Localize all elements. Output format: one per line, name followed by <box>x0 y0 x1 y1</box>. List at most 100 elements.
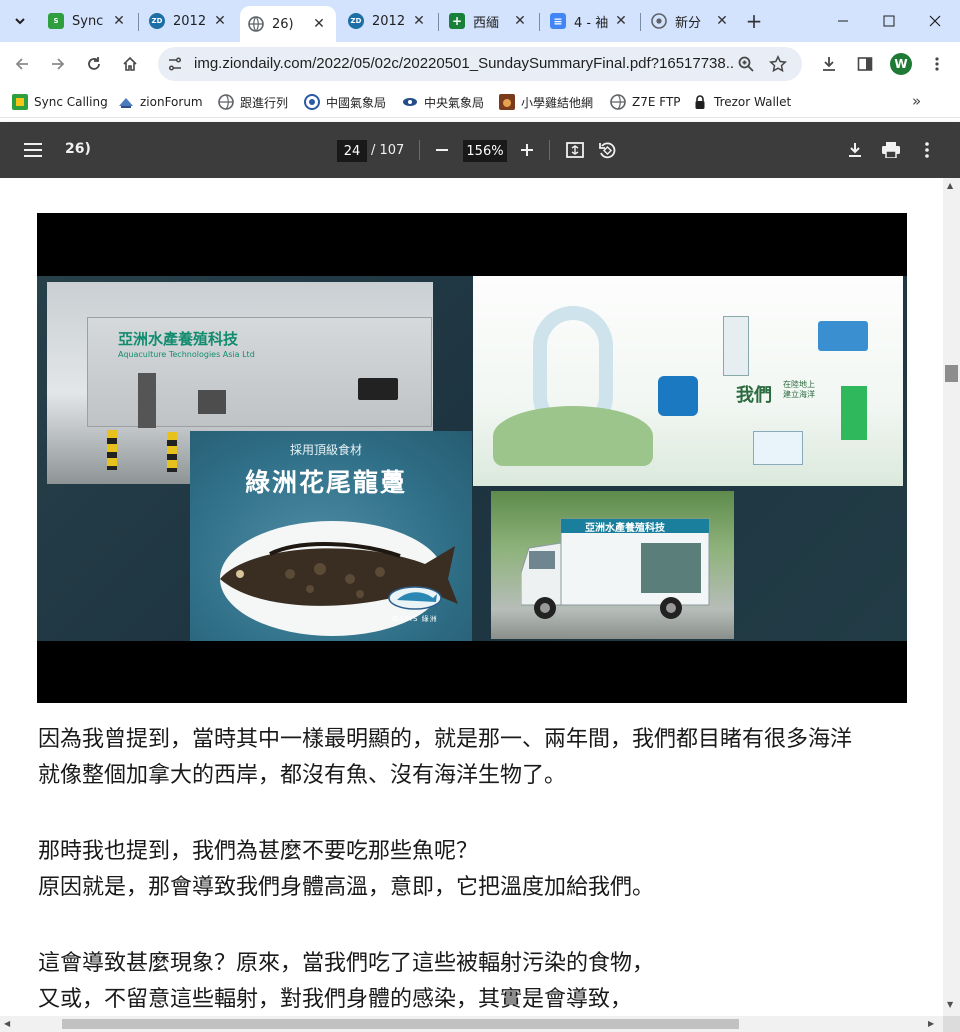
pdf-download-button[interactable] <box>843 138 867 162</box>
pdf-text-line: 那時我也提到，我們為甚麼不要吃那些魚呢？ <box>38 839 479 864</box>
pdf-menu-button[interactable] <box>21 138 45 162</box>
profile-avatar[interactable]: W <box>890 53 912 75</box>
bookmark-follow-up[interactable]: 跟進行列 <box>218 93 288 111</box>
close-tab-icon[interactable]: ✕ <box>511 12 529 30</box>
cma-icon <box>304 94 320 110</box>
horizontal-scroll-thumb[interactable] <box>62 1019 739 1029</box>
bookmark-cwb[interactable]: 中央氣象局 <box>402 93 484 111</box>
lock-icon <box>692 94 708 110</box>
print-button[interactable] <box>879 138 903 162</box>
tab-active-pdf[interactable]: 26) ✕ <box>240 6 336 42</box>
page-image: 亞洲水產養殖科技 Aquaculture Technologies Asia L… <box>37 213 907 703</box>
kebab-menu-icon <box>925 142 929 158</box>
zionforum-icon <box>118 94 134 110</box>
globe-icon <box>218 94 234 110</box>
globe-favicon <box>248 16 264 32</box>
zoom-icon[interactable] <box>736 54 756 74</box>
bookmark-cma[interactable]: 中國氣象局 <box>304 93 386 111</box>
zoom-in-button[interactable] <box>515 138 539 162</box>
vertical-scrollbar[interactable]: ▲ ▼ <box>943 178 960 1016</box>
close-tab-icon[interactable]: ✕ <box>410 12 428 30</box>
scroll-up-arrow-icon[interactable]: ▲ <box>947 181 953 190</box>
infographic-subheading: 在陸地上 建立海洋 <box>783 380 815 399</box>
tab-docs[interactable]: ≡ 4 - 袖 ✕ <box>542 6 638 36</box>
tab-strip: S Sync ✕ ZD 2012 ✕ 26) ✕ ZD 2012 ✕ + 西緬 … <box>0 0 960 42</box>
bookmarks-overflow-icon[interactable]: » <box>912 92 921 110</box>
scroll-down-arrow-icon[interactable]: ▼ <box>947 1000 953 1009</box>
tab-sheets[interactable]: + 西緬 ✕ <box>441 6 537 36</box>
address-bar[interactable]: img.ziondaily.com/2022/05/02c/20220501_S… <box>158 47 802 81</box>
horizontal-scrollbar[interactable]: ◀ ▶ <box>0 1016 943 1032</box>
bookmark-zionforum[interactable]: zionForum <box>118 93 203 111</box>
tab-new[interactable]: 新分 ✕ <box>643 6 739 36</box>
pdf-viewer[interactable]: 亞洲水產養殖科技 Aquaculture Technologies Asia L… <box>0 178 943 1016</box>
maximize-button[interactable] <box>866 0 912 42</box>
downloads-button[interactable] <box>815 50 843 78</box>
pdf-document-title: 26) <box>65 141 91 157</box>
infographic-tank <box>658 376 698 416</box>
bookmark-trezor[interactable]: Trezor Wallet <box>692 93 791 111</box>
tab-2012-a[interactable]: ZD 2012 ✕ <box>141 6 237 36</box>
pdf-text-line: 這會導致甚麼現象？原來，當我們吃了這些被輻射污染的食物， <box>38 951 655 976</box>
page-total: / 107 <box>371 143 405 158</box>
rotate-icon <box>599 142 616 159</box>
close-tab-icon[interactable]: ✕ <box>612 12 630 30</box>
scroll-right-arrow-icon[interactable]: ▶ <box>928 1019 934 1028</box>
bookmark-z7e-ftp[interactable]: Z7E FTP <box>610 93 681 111</box>
facility-building: 亞洲水產養殖科技 Aquaculture Technologies Asia L… <box>87 317 432 428</box>
close-tab-icon[interactable]: ✕ <box>310 15 328 33</box>
fish-dish-photo: 採用頂級食材 綠洲花尾龍躉 OASIS 綠洲 <box>190 431 472 641</box>
scroll-left-arrow-icon[interactable]: ◀ <box>4 1019 10 1028</box>
kebab-menu-icon <box>935 57 939 71</box>
pdf-more-actions-button[interactable] <box>915 138 939 162</box>
plus-icon <box>521 144 533 156</box>
bookmark-guitar[interactable]: 小學雞結他網 <box>499 93 593 111</box>
url-text[interactable]: img.ziondaily.com/2022/05/02c/20220501_S… <box>194 55 734 72</box>
dish-name: 綠洲花尾龍躉 <box>245 468 408 497</box>
sync-calling-favicon: S <box>48 13 64 29</box>
home-button[interactable] <box>116 50 144 78</box>
tab-search-button[interactable] <box>6 7 34 35</box>
toolbar-divider <box>549 140 550 160</box>
close-tab-icon[interactable]: ✕ <box>110 12 128 30</box>
download-icon <box>849 143 861 157</box>
bookmark-sync-calling[interactable]: Sync Calling <box>12 93 108 111</box>
side-panel-button[interactable] <box>851 50 879 78</box>
close-window-button[interactable] <box>912 0 958 42</box>
pdf-text-line: 原因就是，那會導致我們身體高溫，意即，它把溫度加給我們。 <box>38 875 655 900</box>
tab-2012-b[interactable]: ZD 2012 ✕ <box>340 6 436 36</box>
zoom-out-button[interactable] <box>430 138 454 162</box>
site-info-icon[interactable] <box>166 55 184 73</box>
minimize-button[interactable] <box>820 0 866 42</box>
facility-door <box>138 373 156 428</box>
reload-button[interactable] <box>80 50 108 78</box>
tab-separator <box>539 13 540 31</box>
tab-separator <box>138 13 139 31</box>
globe-icon <box>610 94 626 110</box>
chevron-down-icon <box>15 18 25 25</box>
forward-button[interactable] <box>44 50 72 78</box>
vertical-scroll-thumb[interactable] <box>945 365 958 382</box>
cwb-icon <box>402 94 418 110</box>
new-tab-button[interactable]: + <box>742 9 766 33</box>
safety-bollard <box>107 430 117 470</box>
rotate-button[interactable] <box>595 138 619 162</box>
tab-separator <box>640 13 641 31</box>
bookmark-star-icon[interactable] <box>768 54 788 74</box>
chrome-menu-button[interactable] <box>923 50 951 78</box>
minus-icon <box>436 149 448 151</box>
fit-to-page-button[interactable] <box>563 138 587 162</box>
close-tab-icon[interactable]: ✕ <box>713 12 731 30</box>
home-icon <box>123 56 137 71</box>
back-button[interactable] <box>8 50 36 78</box>
toolbar-divider <box>419 140 420 160</box>
zoom-level-input[interactable]: 156% <box>463 140 507 162</box>
print-icon <box>882 142 900 158</box>
page-number-input[interactable]: 24 <box>337 140 367 162</box>
delivery-truck-photo: 亞洲水產養殖科技 <box>491 491 734 639</box>
tab-sync[interactable]: S Sync ✕ <box>40 6 136 36</box>
infographic-island <box>493 406 653 466</box>
browser-toolbar: img.ziondaily.com/2022/05/02c/20220501_S… <box>0 42 960 86</box>
close-tab-icon[interactable]: ✕ <box>211 12 229 30</box>
truck-logo-text: 亞洲水產養殖科技 <box>585 523 665 534</box>
